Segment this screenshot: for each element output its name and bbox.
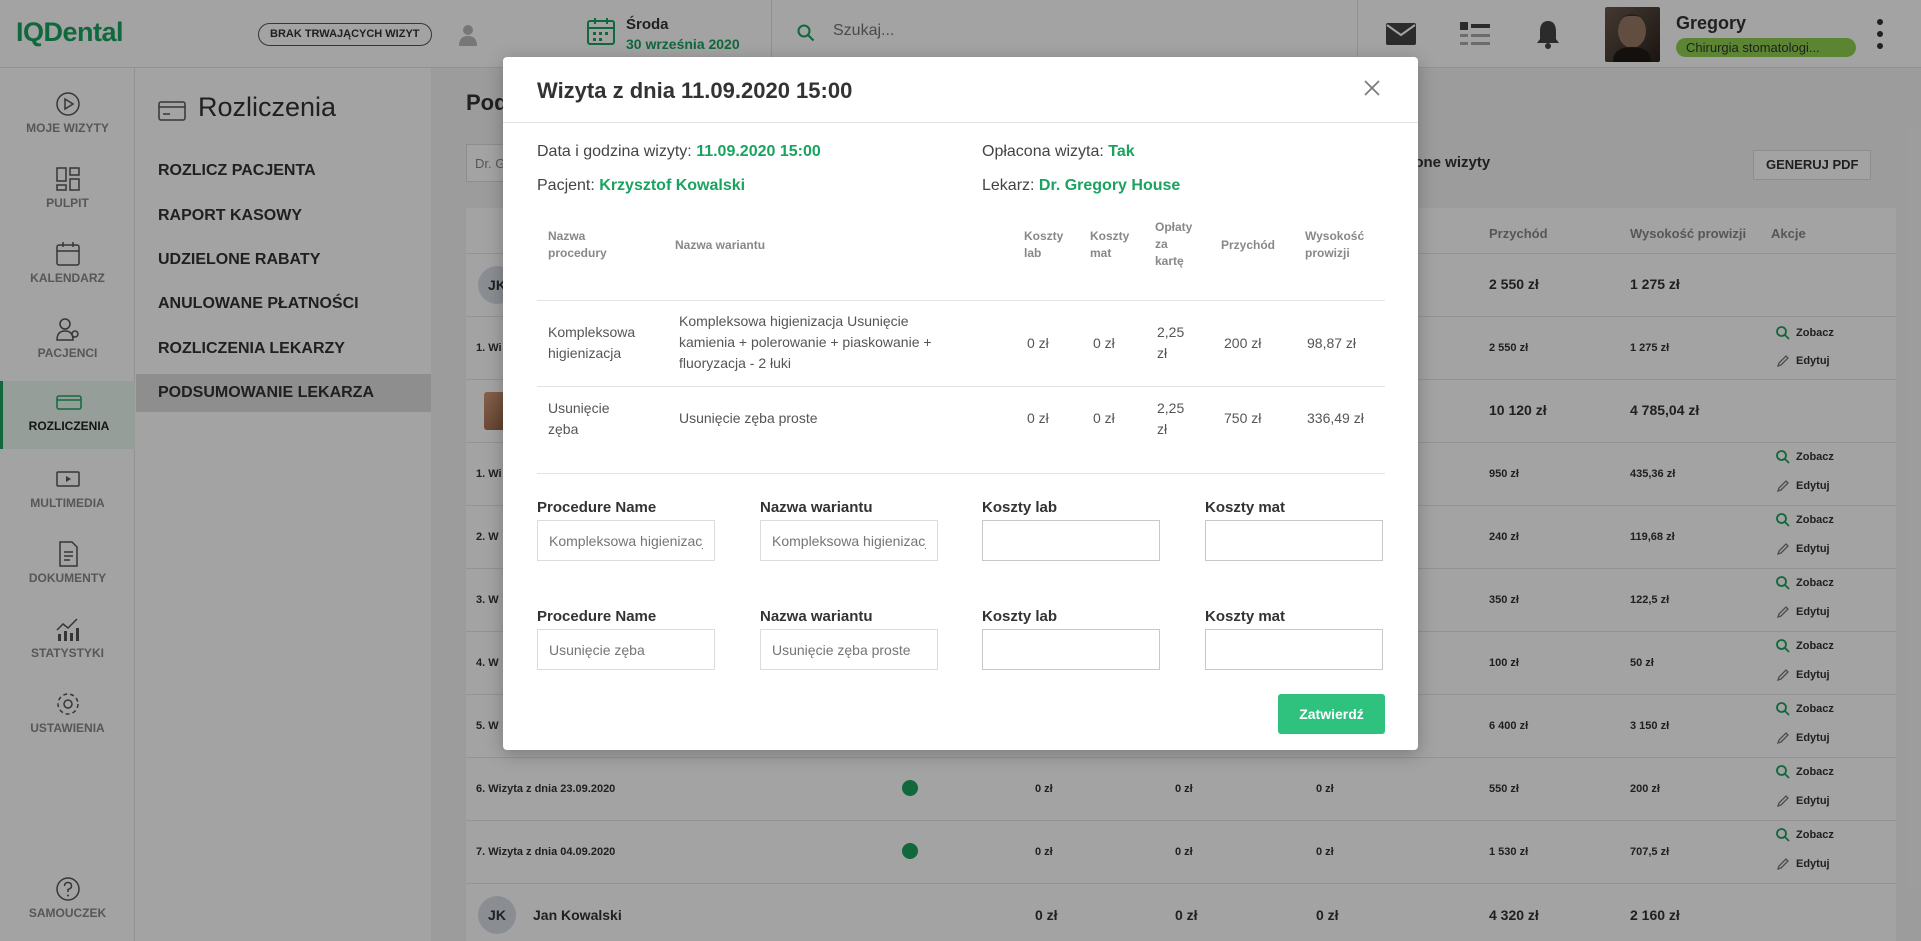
variant-name-cell: Usunięcie zęba proste <box>679 410 818 426</box>
commission-cell: 98,87 zł <box>1307 335 1357 351</box>
procedure-name-input[interactable] <box>537 629 715 670</box>
lab-cost-input[interactable] <box>982 629 1160 670</box>
procedure-name-cell: Usunięcie zęba <box>548 400 610 437</box>
modal-header: Wizyta z dnia 11.09.2020 15:00 <box>503 57 1418 123</box>
variant-name-cell: Kompleksowa higienizacja Usunięcie kamien… <box>679 313 932 371</box>
patient-info: Pacjent: Krzysztof Kowalski <box>537 177 745 195</box>
header-card-fee: Opłaty za kartę <box>1155 220 1193 268</box>
mat-cost-cell: 0 zł <box>1093 410 1115 426</box>
variant-name-input[interactable] <box>760 629 938 670</box>
doctor-info: Lekarz: Dr. Gregory House <box>982 177 1180 195</box>
lab-cost-label: Koszty lab <box>982 499 1058 516</box>
variant-name-label: Nazwa wariantu <box>760 608 873 625</box>
procedure-name-label: Procedure Name <box>537 608 657 625</box>
modal-title: Wizyta z dnia 11.09.2020 15:00 <box>537 78 853 103</box>
header-income: Przychód <box>1221 238 1276 252</box>
visit-datetime: Data i godzina wizyty: 11.09.2020 15:00 <box>537 143 821 161</box>
lab-cost-input[interactable] <box>982 520 1160 561</box>
patient-label: Pacjent: <box>537 177 600 194</box>
mat-cost-label: Koszty mat <box>1205 608 1286 625</box>
mat-cost-label: Koszty mat <box>1205 499 1286 516</box>
procedure-name-cell: Kompleksowa higienizacja <box>548 324 636 361</box>
mat-cost-input[interactable] <box>1205 520 1383 561</box>
header-mat-cost: Koszty mat <box>1090 229 1130 260</box>
procedure-name-input[interactable] <box>537 520 715 561</box>
mat-cost-input[interactable] <box>1205 629 1383 670</box>
lab-cost-cell: 0 zł <box>1027 410 1049 426</box>
header-procedure: Nazwa procedury <box>548 229 607 260</box>
visit-datetime-value: 11.09.2020 15:00 <box>696 143 821 160</box>
procedure-row: Usunięcie zęba Usunięcie zęba proste 0 zł… <box>537 386 1385 456</box>
income-cell: 750 zł <box>1224 410 1262 426</box>
doctor-label: Lekarz: <box>982 177 1039 194</box>
paid-status-label: Opłacona wizyta: <box>982 143 1109 160</box>
lab-cost-label: Koszty lab <box>982 608 1058 625</box>
visit-datetime-label: Data i godzina wizyty: <box>537 143 697 160</box>
procedure-name-label: Procedure Name <box>537 499 657 516</box>
paid-status-value: Tak <box>1108 143 1135 160</box>
confirm-button[interactable]: Zatwierdź <box>1278 694 1385 734</box>
income-cell: 200 zł <box>1224 335 1262 351</box>
header-lab-cost: Koszty lab <box>1024 229 1064 260</box>
card-fee-cell: 2,25 zł <box>1157 400 1185 437</box>
paid-status: Opłacona wizyta: Tak <box>982 143 1135 161</box>
procedure-row: Kompleksowa higienizacja Kompleksowa higi… <box>537 300 1385 386</box>
doctor-value[interactable]: Dr. Gregory House <box>1039 177 1180 194</box>
variant-name-input[interactable] <box>760 520 938 561</box>
close-icon[interactable] <box>1363 79 1381 102</box>
card-fee-cell: 2,25 zł <box>1157 324 1185 361</box>
divider <box>537 473 1385 474</box>
patient-value[interactable]: Krzysztof Kowalski <box>599 177 745 194</box>
visit-details-modal: Wizyta z dnia 11.09.2020 15:00 Data i go… <box>503 57 1418 750</box>
mat-cost-cell: 0 zł <box>1093 335 1115 351</box>
commission-cell: 336,49 zł <box>1307 410 1364 426</box>
header-commission: Wysokość prowizji <box>1305 229 1365 260</box>
variant-name-label: Nazwa wariantu <box>760 499 873 516</box>
lab-cost-cell: 0 zł <box>1027 335 1049 351</box>
header-variant: Nazwa wariantu <box>675 238 766 252</box>
